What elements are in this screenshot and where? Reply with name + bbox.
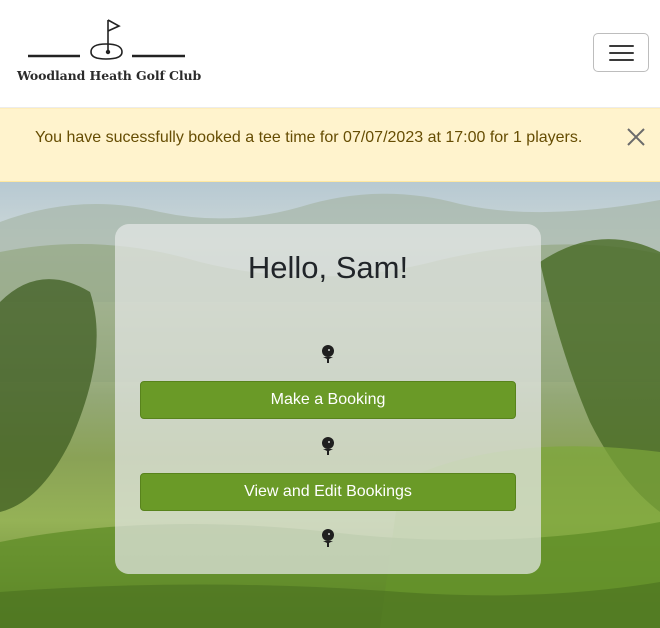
alert-message: You have sucessfully booked a tee time f… [35,129,583,146]
golf-ball-on-tee-icon [320,345,336,363]
close-icon[interactable] [624,125,648,149]
club-name: Woodland Heath Golf Club [17,68,202,83]
booking-success-alert: You have sucessfully booked a tee time f… [0,108,660,182]
view-edit-bookings-button[interactable]: View and Edit Bookings [140,473,516,511]
club-logo[interactable]: Woodland Heath Golf Club [16,18,202,88]
golf-ball-on-tee-icon [320,437,336,455]
make-booking-button[interactable]: Make a Booking [140,381,516,419]
golf-flag-icon [28,19,185,60]
navbar: Woodland Heath Golf Club [0,0,660,108]
navbar-toggle-button[interactable] [593,33,649,72]
welcome-card: Hello, Sam! Make a Booking View and Edit… [115,224,541,574]
greeting-heading: Hello, Sam! [247,250,409,285]
golf-ball-on-tee-icon [320,529,336,547]
